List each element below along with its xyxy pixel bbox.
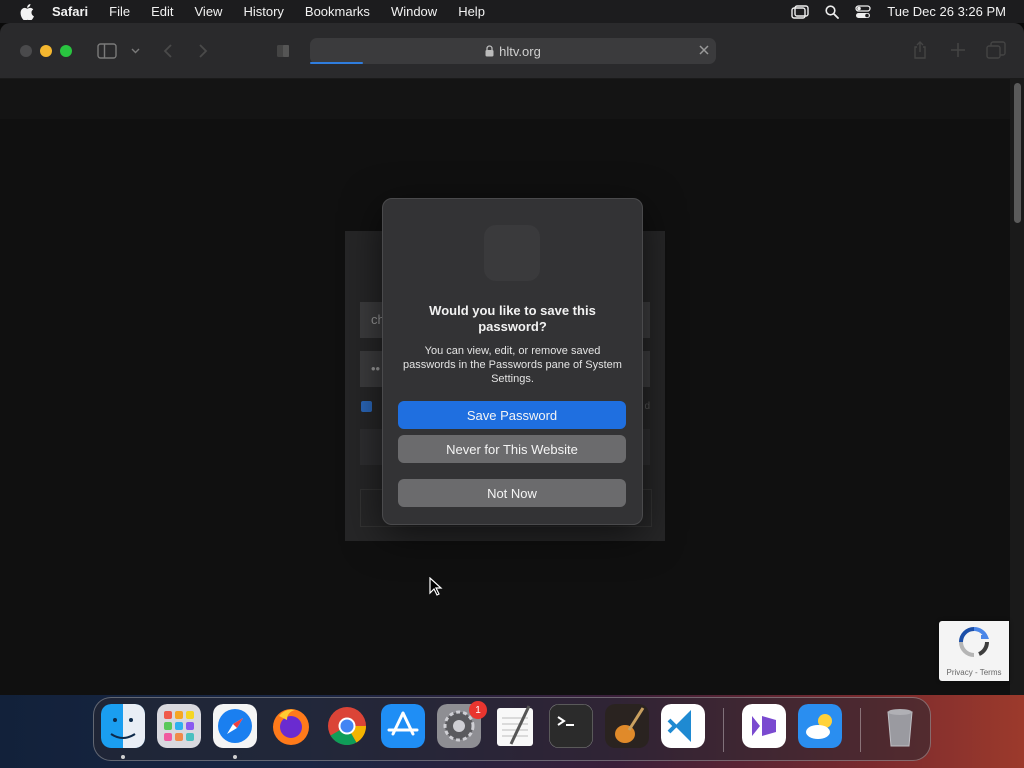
page-load-progress <box>310 62 363 64</box>
save-password-dialog: Would you like to save this password? Yo… <box>382 198 643 525</box>
lock-icon <box>485 45 494 57</box>
menu-help[interactable]: Help <box>458 4 485 19</box>
garageband-icon[interactable] <box>605 704 649 748</box>
terminal-icon[interactable] <box>549 704 593 748</box>
key-icon <box>484 225 540 281</box>
tab-overview-icon[interactable] <box>986 41 1006 59</box>
password-value: •• <box>371 361 381 376</box>
sidebar-icon[interactable] <box>97 43 117 59</box>
reader-icon[interactable] <box>275 43 291 59</box>
dock-separator <box>860 708 861 752</box>
never-for-this-website-button[interactable]: Never for This Website <box>398 435 626 463</box>
vscode-icon[interactable] <box>661 704 705 748</box>
mouse-cursor-icon <box>429 577 443 596</box>
close-window-button[interactable] <box>20 45 32 57</box>
finder-icon[interactable] <box>101 704 145 748</box>
dialog-title: Would you like to save this password? <box>429 303 596 334</box>
forward-icon[interactable] <box>198 43 208 59</box>
back-icon[interactable] <box>163 43 173 59</box>
forgot-password-link[interactable]: d <box>644 401 650 412</box>
chevron-down-icon[interactable] <box>131 48 140 54</box>
firefox-icon[interactable] <box>269 704 313 748</box>
recaptcha-badge[interactable]: Privacy - Terms <box>939 621 1009 681</box>
url-text: hltv.org <box>499 43 541 59</box>
chrome-icon[interactable] <box>325 704 369 748</box>
stop-loading-icon[interactable] <box>698 44 710 56</box>
dock <box>93 697 931 761</box>
safari-icon[interactable] <box>213 704 257 748</box>
menubar-clock[interactable]: Tue Dec 26 3:26 PM <box>887 4 1006 19</box>
address-bar[interactable]: hltv.org <box>310 38 716 64</box>
new-tab-icon[interactable] <box>950 42 966 58</box>
recaptcha-links[interactable]: Privacy - Terms <box>943 668 1005 677</box>
launchpad-icon[interactable] <box>157 704 201 748</box>
menu-view[interactable]: View <box>195 4 223 19</box>
menu-edit[interactable]: Edit <box>151 4 173 19</box>
safari-running-indicator <box>233 755 237 759</box>
app-store-icon[interactable] <box>381 704 425 748</box>
textedit-icon[interactable] <box>493 704 537 748</box>
not-now-button[interactable]: Not Now <box>398 479 626 507</box>
dialog-message: You can view, edit, or remove saved pass… <box>403 345 622 385</box>
menu-bookmarks[interactable]: Bookmarks <box>305 4 370 19</box>
menu-history[interactable]: History <box>243 4 283 19</box>
share-icon[interactable] <box>912 41 928 59</box>
control-center-icon[interactable] <box>855 4 871 19</box>
remember-me-checkbox[interactable] <box>361 401 372 412</box>
dock-separator <box>723 708 724 752</box>
menu-file[interactable]: File <box>109 4 130 19</box>
screen-mirroring-icon[interactable] <box>791 4 809 19</box>
apple-icon[interactable] <box>20 3 34 20</box>
page-header <box>0 79 1010 119</box>
save-password-button[interactable]: Save Password <box>398 401 626 429</box>
scrollbar-thumb[interactable] <box>1014 83 1021 223</box>
browser-toolbar: hltv.org <box>0 23 1024 79</box>
weather-icon[interactable] <box>798 704 842 748</box>
visual-studio-icon[interactable] <box>742 704 786 748</box>
search-icon[interactable] <box>825 4 840 19</box>
menu-window[interactable]: Window <box>391 4 437 19</box>
recaptcha-icon <box>959 627 990 657</box>
notification-badge: 1 <box>469 701 487 719</box>
minimize-window-button[interactable] <box>40 45 52 57</box>
maximize-window-button[interactable] <box>60 45 72 57</box>
finder-running-indicator <box>121 755 125 759</box>
menu-bar: Safari File Edit View History Bookmarks … <box>0 0 1024 23</box>
menu-safari[interactable]: Safari <box>52 4 88 19</box>
trash-icon[interactable] <box>878 704 922 748</box>
